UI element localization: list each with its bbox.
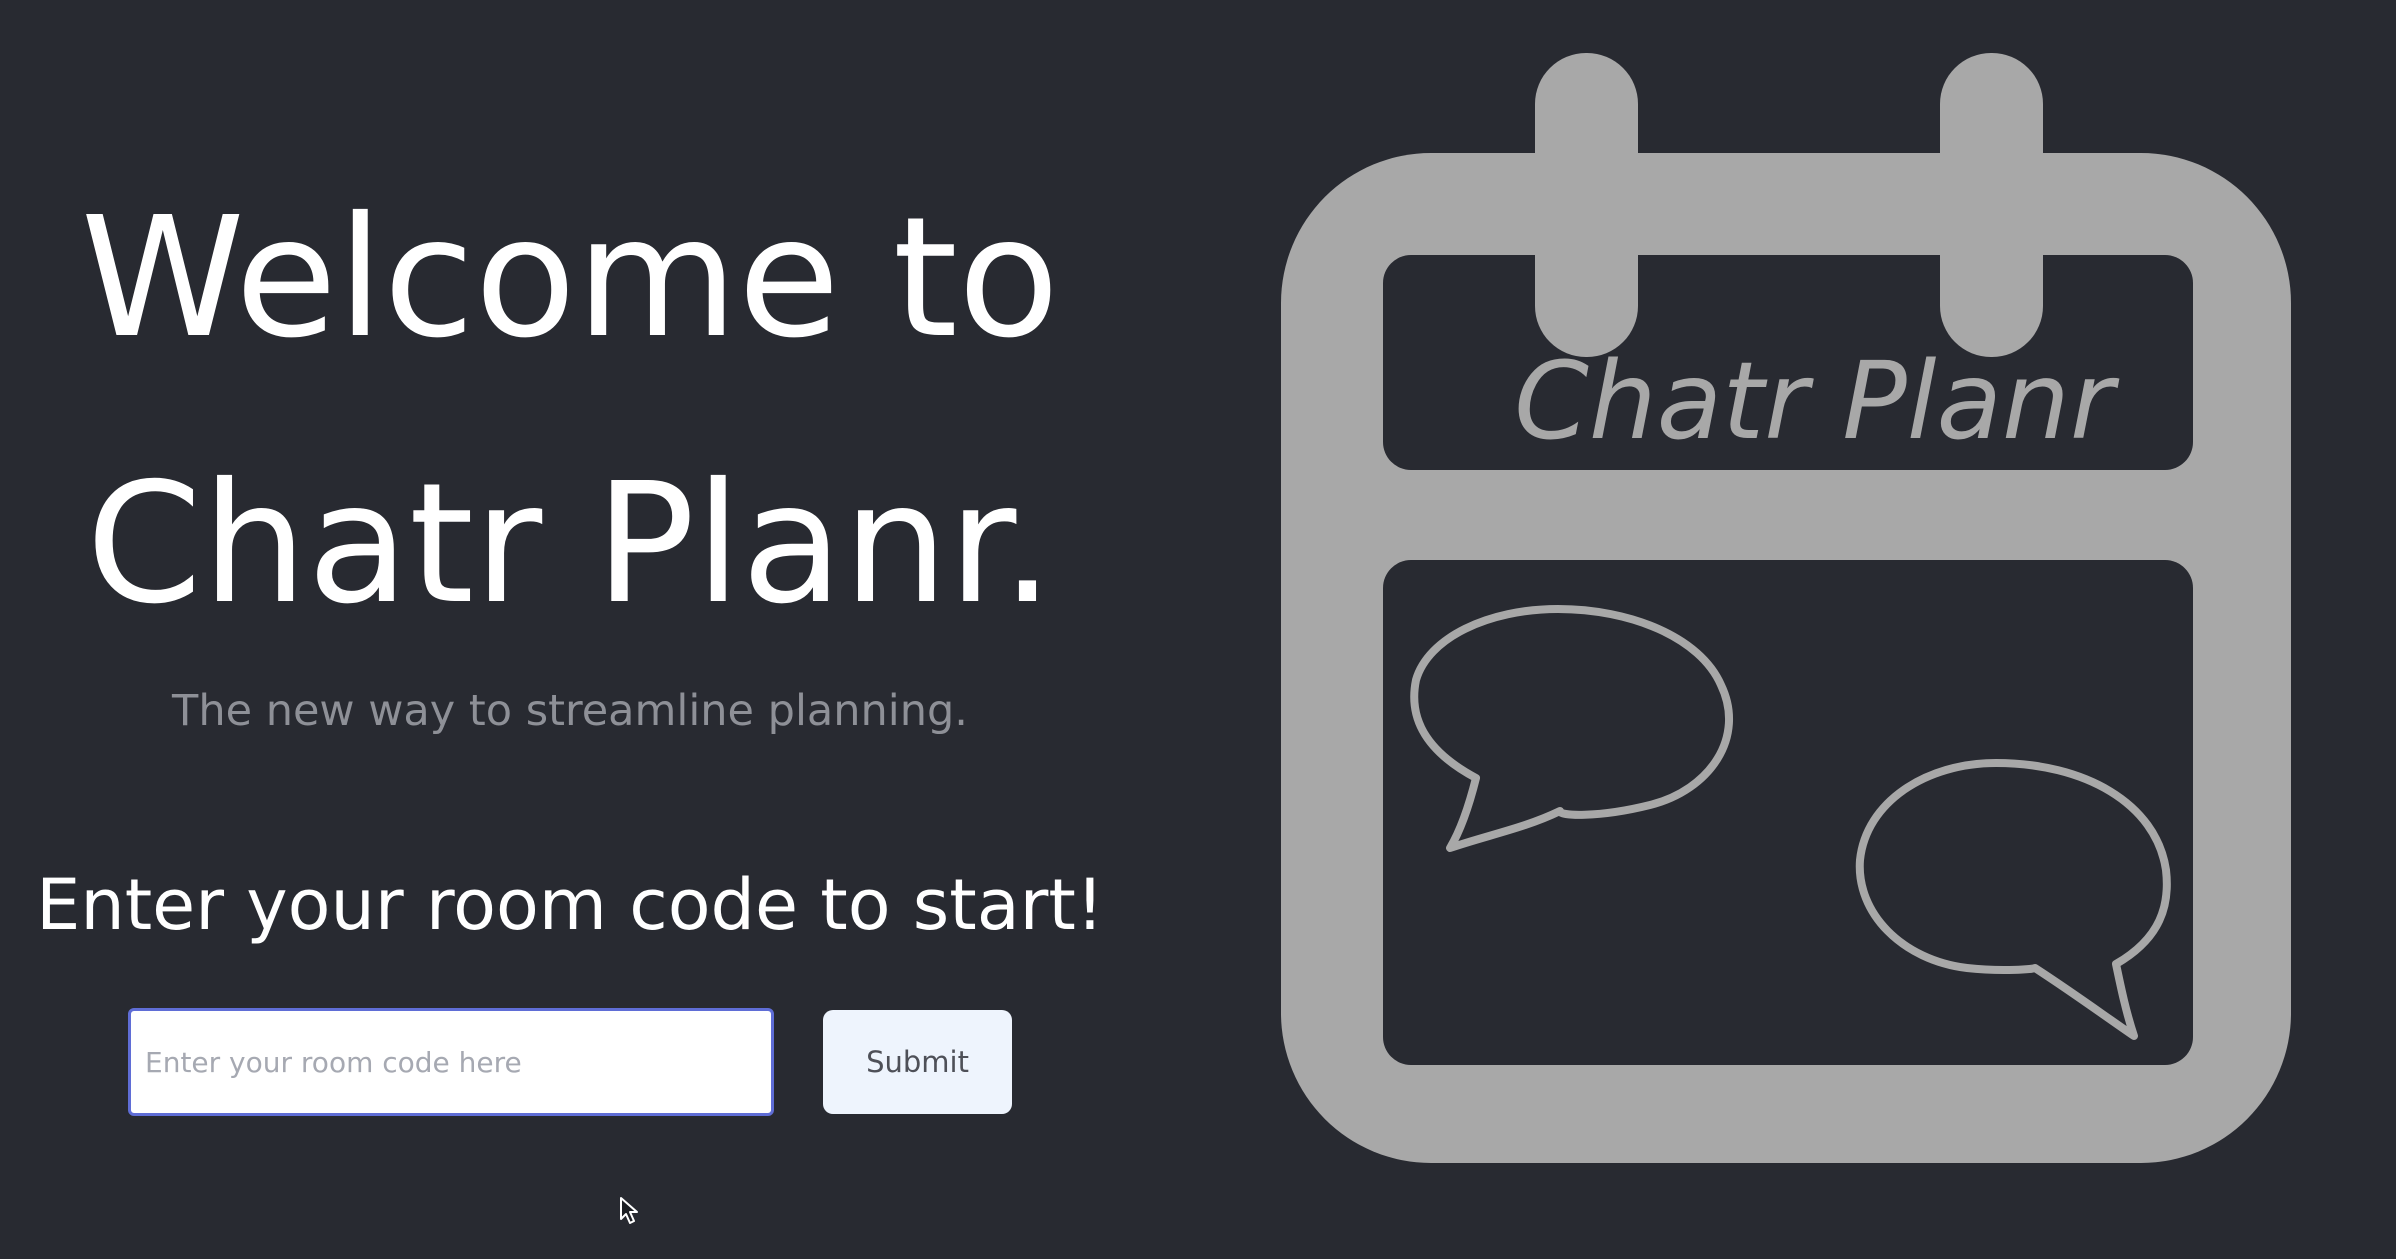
calendar-ring-right: [1940, 53, 2043, 357]
landing-page: Welcome to Chatr Planr. The new way to s…: [0, 0, 2396, 1259]
submit-button[interactable]: Submit: [823, 1010, 1012, 1114]
hero-section: Welcome to Chatr Planr. The new way to s…: [0, 0, 1140, 1259]
calendar-ring-left: [1535, 53, 1638, 357]
calendar-logo-icon: Chatr Planr: [1281, 53, 2291, 1163]
logo-wordmark: Chatr Planr: [1514, 340, 2120, 464]
welcome-heading-line-1: Welcome to: [80, 182, 1060, 375]
room-code-input[interactable]: [128, 1008, 774, 1116]
mouse-pointer-icon: [620, 1197, 638, 1224]
room-code-prompt: Enter your room code to start!: [36, 864, 1104, 946]
welcome-heading-line-2: Chatr Planr.: [86, 448, 1054, 641]
tagline: The new way to streamline planning.: [172, 686, 968, 736]
